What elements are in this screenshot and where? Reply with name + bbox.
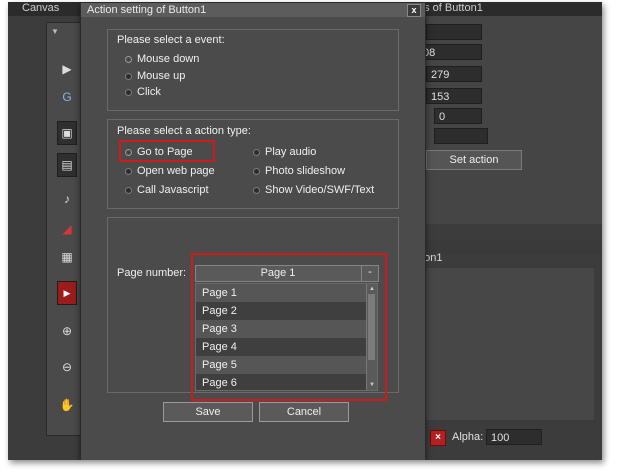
property-field-2[interactable]: 08 (418, 44, 482, 60)
radio-label: Click (137, 86, 161, 98)
property-field-6[interactable] (434, 128, 488, 144)
radio-label: Mouse down (137, 53, 200, 65)
radio-dot-icon (253, 186, 260, 194)
scroll-down-icon[interactable]: ▼ (367, 380, 377, 390)
radio-dot-icon (125, 88, 132, 96)
page-list-scrollbar[interactable]: ▲ ▼ (366, 284, 377, 390)
radio-mouse-down[interactable]: Mouse down (125, 53, 199, 65)
chart-tool-icon[interactable]: ▦ (57, 247, 77, 267)
list-item[interactable]: Page 6 (196, 374, 368, 390)
radio-dot-icon (253, 148, 260, 156)
audio-tool-icon[interactable]: ♪ (57, 189, 77, 209)
radio-mouse-up[interactable]: Mouse up (125, 70, 185, 82)
property-field-1[interactable] (426, 24, 482, 40)
page-select-value: Page 1 (260, 267, 296, 279)
event-group-label: Please select a event: (117, 34, 225, 46)
arrow-tool-icon[interactable]: ▶ (57, 59, 77, 79)
radio-photo-slideshow[interactable]: Photo slideshow (253, 165, 345, 177)
list-item[interactable]: Page 3 (196, 320, 368, 338)
page-number-label: Page number: (117, 267, 187, 279)
radio-label: Mouse up (137, 70, 186, 82)
scroll-up-icon[interactable]: ▲ (367, 284, 377, 294)
radio-dot-icon (253, 167, 260, 175)
radio-dot-icon (125, 167, 132, 175)
list-item[interactable]: Page 2 (196, 302, 368, 320)
radio-label: Play audio (265, 146, 317, 158)
dialog-title-bar: Action setting of Button1 x (81, 3, 425, 17)
list-item[interactable]: Page 5 (196, 356, 368, 374)
save-button[interactable]: Save (163, 402, 253, 422)
scroll-thumb[interactable] (368, 294, 375, 360)
youtube-tool-icon[interactable]: ▶ (57, 281, 77, 305)
film-tool-icon[interactable]: ▣ (57, 121, 77, 145)
radio-dot-icon (125, 72, 132, 80)
radio-open-web-page[interactable]: Open web page (125, 165, 215, 177)
g-tool-icon[interactable]: G (57, 87, 77, 107)
secondary-panel-list (414, 268, 594, 420)
radio-label: Open web page (137, 165, 215, 177)
action-group-label: Please select a action type: (117, 125, 251, 137)
radio-call-javascript[interactable]: Call Javascript (125, 184, 209, 196)
radio-label: Call Javascript (137, 184, 209, 196)
collapse-icon[interactable]: ▼ (51, 27, 59, 36)
pdf-tool-icon[interactable]: ◢ (57, 219, 77, 239)
properties-title: es of Button1 (418, 2, 483, 14)
radio-show-video[interactable]: Show Video/SWF/Text (253, 184, 374, 196)
canvas-tab[interactable]: Canvas (22, 2, 59, 14)
alpha-input[interactable]: 100 (486, 429, 542, 445)
radio-dot-icon (125, 55, 132, 63)
radio-dot-icon (125, 148, 132, 156)
zoom-in-icon[interactable]: ⊕ (57, 321, 77, 341)
page-list: Page 1 Page 2 Page 3 Page 4 Page 5 Page … (195, 283, 378, 391)
delete-icon[interactable]: × (430, 430, 446, 446)
radio-go-to-page[interactable]: Go to Page (125, 146, 193, 158)
action-setting-dialog: Action setting of Button1 x Please selec… (80, 2, 426, 460)
page-select[interactable]: Page 1 - (195, 265, 379, 282)
radio-label: Photo slideshow (265, 165, 346, 177)
image-tool-icon[interactable]: ▤ (57, 153, 77, 177)
zoom-out-icon[interactable]: ⊖ (57, 357, 77, 377)
radio-label: Go to Page (137, 146, 193, 158)
close-icon[interactable]: x (407, 4, 421, 17)
property-field-4[interactable]: 153 (426, 88, 482, 104)
hand-tool-icon[interactable]: ✋ (57, 395, 77, 415)
radio-click[interactable]: Click (125, 86, 161, 98)
radio-dot-icon (125, 186, 132, 194)
dropdown-arrow-icon[interactable]: - (361, 266, 378, 281)
property-field-3[interactable]: 279 (426, 66, 482, 82)
alpha-label: Alpha: (452, 431, 484, 443)
dialog-title: Action setting of Button1 (87, 4, 207, 16)
property-field-5[interactable]: 0 (434, 108, 482, 124)
radio-label: Show Video/SWF/Text (265, 184, 375, 196)
set-action-button[interactable]: Set action (426, 150, 522, 170)
radio-play-audio[interactable]: Play audio (253, 146, 316, 158)
app-window: Canvas es of Button1 ▼ ▶ G ▣ ▤ ♪ ◢ ▦ ▶ ⊕… (8, 2, 602, 460)
list-item[interactable]: Page 4 (196, 338, 368, 356)
list-item[interactable]: Page 1 (196, 284, 368, 302)
cancel-button[interactable]: Cancel (259, 402, 349, 422)
left-toolbar: ▼ ▶ G ▣ ▤ ♪ ◢ ▦ ▶ ⊕ ⊖ ✋ (46, 22, 84, 436)
